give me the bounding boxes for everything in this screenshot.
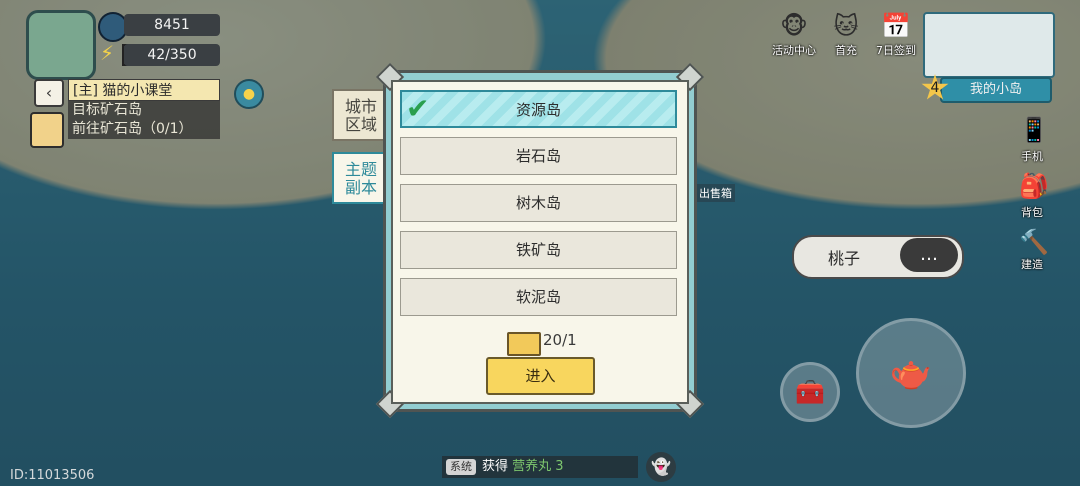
ticket-count: 20/1 xyxy=(543,331,577,349)
quest-title-bar[interactable]: [主] 猫的小课堂 xyxy=(68,79,220,101)
checkmark-icon: ✔ xyxy=(406,92,430,125)
currency-value: 8451 xyxy=(124,14,220,36)
option-rock-island[interactable]: 岩石岛 xyxy=(400,137,677,175)
player-avatar[interactable] xyxy=(26,10,96,80)
build-label: 建造 xyxy=(1021,258,1043,271)
activity-center-label: 活动中心 xyxy=(772,44,816,57)
chat-bubble-icon[interactable]: … xyxy=(900,238,958,272)
location-pin-icon[interactable]: ● xyxy=(234,79,264,109)
seven-day-signin-label: 7日签到 xyxy=(876,44,916,57)
backpack-icon[interactable]: 🎒 xyxy=(1014,166,1054,206)
toolbox-button[interactable]: 🧰 xyxy=(780,362,840,422)
system-tag: 系统 xyxy=(446,459,476,475)
enter-button[interactable]: 进入 xyxy=(486,357,595,395)
tab-city-area-label: 城市 区域 xyxy=(344,97,377,134)
ghost-icon[interactable]: 👻 xyxy=(646,452,676,482)
user-id: ID:11013506 xyxy=(10,468,95,483)
tab-theme-dungeon[interactable]: 主题 副本 xyxy=(332,152,388,204)
system-message-item: 营养丸 3 xyxy=(512,459,564,474)
tab-theme-dungeon-label: 主题 副本 xyxy=(344,160,377,197)
watering-can-button[interactable]: 🫖 xyxy=(856,318,966,428)
quest-detail[interactable]: 目标矿石岛 前往矿石岛（0/1） xyxy=(68,101,220,139)
quest-tag: [主] xyxy=(73,83,98,99)
activity-center-icon[interactable]: 🐵 xyxy=(772,6,816,46)
system-message-text: 获得 xyxy=(482,459,509,474)
minimap[interactable] xyxy=(923,12,1055,78)
first-recharge-icon[interactable]: 🐱 xyxy=(824,6,868,46)
quest-book-icon[interactable] xyxy=(30,112,64,148)
option-resource-island[interactable]: 资源岛 xyxy=(400,90,677,128)
option-iron-island[interactable]: 铁矿岛 xyxy=(400,231,677,269)
ticket-icon xyxy=(507,332,541,356)
seven-day-signin-icon[interactable]: 📅 xyxy=(874,6,918,46)
quest-line-2: 前往矿石岛（0/1） xyxy=(72,121,193,137)
tab-city-area[interactable]: 城市 区域 xyxy=(332,89,388,141)
energy-value: 42/350 xyxy=(124,44,220,66)
quest-collapse-button[interactable]: ‹ xyxy=(34,79,64,107)
phone-icon[interactable]: 📱 xyxy=(1014,110,1054,150)
system-message: 获得 营养丸 3 xyxy=(482,459,564,475)
my-island-button[interactable]: 我的小岛 xyxy=(940,77,1052,103)
quest-line-1: 目标矿石岛 xyxy=(72,102,142,118)
option-wood-island[interactable]: 树木岛 xyxy=(400,184,677,222)
phone-label: 手机 xyxy=(1021,150,1043,163)
energy-icon: ⚡ xyxy=(100,41,115,65)
npc-name: 桃子 xyxy=(828,249,861,268)
sell-box-sign: 出售箱 xyxy=(696,184,735,202)
option-slime-island[interactable]: 软泥岛 xyxy=(400,278,677,316)
bag-label: 背包 xyxy=(1021,206,1043,219)
quest-title: 猫的小课堂 xyxy=(102,83,173,99)
